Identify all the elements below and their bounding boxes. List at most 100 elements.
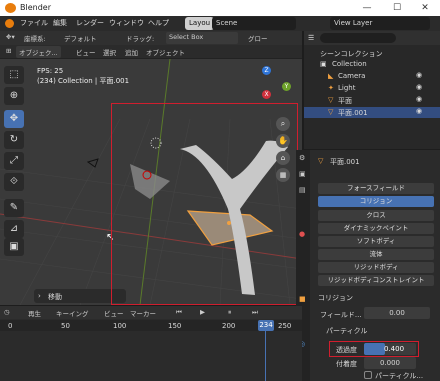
move-tool-icon[interactable]: ✥ (4, 110, 24, 128)
blender-logo-icon (5, 3, 16, 13)
render-tab-icon[interactable]: ▣ (299, 170, 306, 178)
stickiness-input[interactable]: 0.000 (364, 357, 416, 369)
menu-render[interactable]: レンダー (76, 18, 104, 28)
visibility-eye-icon[interactable]: ◉ (416, 107, 422, 115)
outliner-header: ☰ (304, 31, 440, 45)
menu-help[interactable]: ヘルプ (148, 18, 169, 28)
mesh-icon: ▽ (318, 157, 324, 165)
fps-counter: FPS: 25 (37, 67, 64, 75)
frame-tick: 100 (113, 322, 127, 330)
rigid-body-constraint-button[interactable]: リジッドボディコンストレイント (318, 275, 434, 286)
gizmo-z-axis[interactable]: Z (262, 66, 271, 75)
maximize-button[interactable]: ☐ (386, 1, 408, 15)
global-dropdown[interactable]: グロー (248, 33, 268, 43)
soft-body-button[interactable]: ソフトボディ (318, 236, 434, 247)
transform-orientation-dropdown[interactable]: デフォルト (64, 33, 97, 43)
current-frame-indicator[interactable]: 234 (258, 320, 274, 331)
outliner-search-input[interactable] (320, 33, 396, 43)
highlight-rectangle (111, 103, 298, 305)
workspace-tab-layout[interactable]: Layou (185, 17, 215, 30)
fluid-button[interactable]: 流体 (318, 249, 434, 260)
annotate-tool-icon[interactable]: ✎ (4, 199, 24, 217)
viewport-object-info: (234) Collection | 平面.001 (37, 77, 130, 85)
pause-icon[interactable]: ⏸ (228, 308, 231, 317)
visibility-eye-icon[interactable]: ◉ (416, 83, 422, 91)
menu-window[interactable]: ウィンドウ (109, 18, 144, 28)
kill-particles-checkbox[interactable] (364, 371, 372, 379)
transform-tool-icon[interactable]: ✥▾ (6, 33, 15, 41)
scene-selector[interactable]: Scene (212, 17, 296, 30)
rigid-body-button[interactable]: リジッドボディ (318, 262, 434, 273)
timeline-view-menu[interactable]: ビュー (104, 308, 124, 318)
title-bar: Blender — ☐ ✕ (0, 0, 440, 16)
cursor-tool-icon[interactable]: ⊕ (4, 87, 24, 105)
outliner-item-label: 平面 (338, 97, 352, 105)
kill-particles-label: パーティクル... (375, 372, 424, 380)
jump-end-icon[interactable]: ⏭ (252, 308, 258, 317)
tool-settings-header: ✥▾ 座標系: デフォルト ドラッグ: Select Box グロー (0, 31, 302, 45)
outliner-editor-icon[interactable]: ☰ (308, 34, 314, 42)
collision-button[interactable]: コリジョン (318, 196, 434, 207)
outliner-item-label: Camera (338, 72, 366, 80)
menu-edit[interactable]: 編集 (53, 18, 67, 28)
drag-dropdown[interactable]: Select Box (166, 32, 238, 44)
timeline-ruler[interactable]: 0 50 100 150 200 250 234 (0, 320, 302, 331)
object-tab-icon[interactable]: ■ (299, 295, 306, 303)
tool-shelf: ⬚ ⊕ ✥ ↻ ⤢ ⟐ ✎ ⊿ ▣ (4, 66, 24, 256)
close-button[interactable]: ✕ (414, 1, 436, 15)
stickiness-label: 付着度 (336, 360, 357, 368)
transform-orientation-label: 座標系: (24, 35, 46, 43)
add-cube-tool-icon[interactable]: ▣ (4, 238, 24, 256)
scene-collection-label[interactable]: シーンコレクション (320, 49, 383, 59)
marker-menu[interactable]: マーカー (130, 308, 156, 318)
editor-type-icon[interactable]: ⊞ (6, 47, 11, 55)
camera-icon: ◣ (328, 72, 334, 80)
minimize-button[interactable]: — (356, 1, 378, 15)
expand-arrow-icon: › (38, 292, 41, 300)
visibility-eye-icon[interactable]: ◉ (416, 71, 422, 79)
permeability-value: 0.400 (384, 345, 405, 353)
select-tool-icon[interactable]: ⬚ (4, 66, 24, 84)
measure-tool-icon[interactable]: ⊿ (4, 220, 24, 238)
view-layer-selector[interactable]: View Layer (330, 17, 430, 30)
tool-tab-icon[interactable]: ⚙ (299, 154, 305, 162)
camera-object[interactable] (86, 158, 99, 168)
collision-section-header[interactable]: コリジョン (318, 293, 353, 303)
playback-menu[interactable]: 再生 (28, 308, 41, 318)
scale-tool-icon[interactable]: ⤢ (4, 152, 24, 170)
output-tab-icon[interactable]: ▤ (299, 186, 306, 194)
viewport-header: ⊞ オブジェク... ビュー 選択 追加 オブジェクト (0, 45, 302, 59)
timeline-editor-icon[interactable]: ◷ (4, 308, 10, 316)
gizmo-x-axis[interactable]: X (262, 90, 271, 99)
transform-tool-icon[interactable]: ⟐ (4, 173, 24, 191)
object-name-field[interactable]: 平面.001 (330, 157, 360, 167)
mode-dropdown[interactable]: オブジェク... (16, 46, 61, 58)
viewport-object-menu[interactable]: オブジェクト (146, 47, 185, 57)
menu-file[interactable]: ファイル (20, 18, 48, 28)
window-title: Blender (20, 3, 51, 12)
viewport-view-menu[interactable]: ビュー (76, 47, 96, 57)
scene-name: Scene (216, 19, 238, 27)
permeability-slider[interactable]: 0.400 (364, 343, 416, 355)
viewport-add-menu[interactable]: 追加 (125, 47, 138, 57)
mesh-icon: ▽ (328, 96, 334, 104)
dynamic-paint-button[interactable]: ダイナミックペイント (318, 223, 434, 234)
field-absorption-input[interactable]: 0.00 (364, 307, 430, 319)
outliner: ☰ シーンコレクション ▣ Collection ◣ Camera ✦ Ligh… (304, 31, 440, 149)
rotate-tool-icon[interactable]: ↻ (4, 131, 24, 149)
viewport-select-menu[interactable]: 選択 (103, 47, 116, 57)
world-tab-icon[interactable]: ● (299, 230, 305, 238)
outliner-row-collection[interactable]: ▣ Collection (304, 59, 440, 70)
jump-start-icon[interactable]: ⏮ (176, 308, 182, 317)
drag-label: ドラッグ: (126, 35, 155, 43)
force-field-button[interactable]: フォースフィールド (318, 183, 434, 194)
gizmo-y-axis[interactable]: Y (282, 82, 291, 91)
visibility-eye-icon[interactable]: ◉ (416, 95, 422, 103)
particle-section-header[interactable]: パーティクル (326, 326, 367, 336)
blender-menu-icon[interactable] (5, 19, 14, 28)
play-icon[interactable]: ▶ (200, 308, 205, 316)
cloth-button[interactable]: クロス (318, 210, 434, 221)
light-icon: ✦ (328, 84, 334, 92)
keying-menu[interactable]: キーイング (56, 308, 89, 318)
view-layer-name: View Layer (334, 19, 373, 27)
